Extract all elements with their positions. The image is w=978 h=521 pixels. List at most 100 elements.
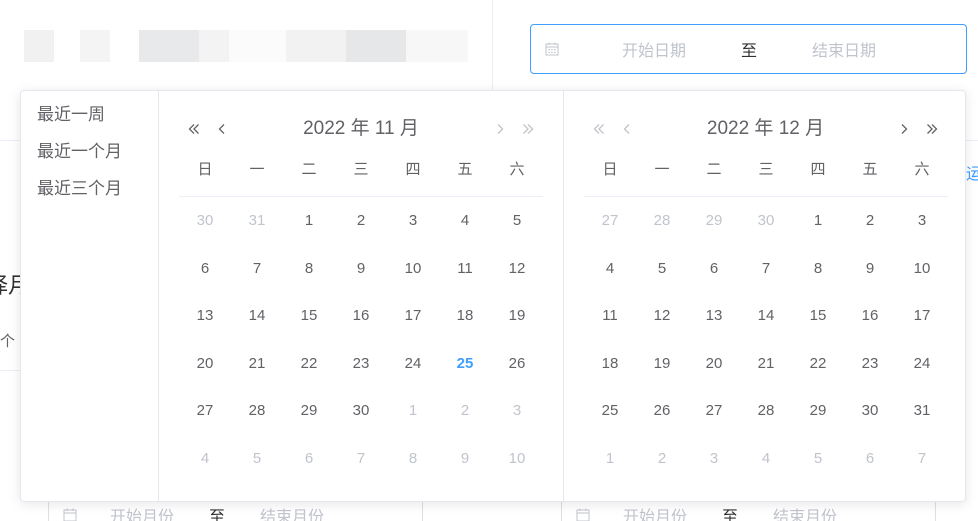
day-cell[interactable]: 5 xyxy=(231,435,283,483)
day-cell[interactable]: 3 xyxy=(896,197,948,245)
day-cell[interactable]: 16 xyxy=(335,292,387,340)
day-cell[interactable]: 4 xyxy=(439,197,491,245)
date-range-input[interactable]: 开始日期 至 结束日期 xyxy=(530,24,967,74)
day-cell[interactable]: 4 xyxy=(740,435,792,483)
day-cell[interactable]: 18 xyxy=(584,340,636,388)
day-cell[interactable]: 2 xyxy=(844,197,896,245)
end-date-field[interactable]: 结束日期 xyxy=(769,37,919,61)
day-cell[interactable]: 15 xyxy=(792,292,844,340)
day-cell[interactable]: 1 xyxy=(283,197,335,245)
day-cell[interactable]: 13 xyxy=(688,292,740,340)
day-cell[interactable]: 17 xyxy=(896,292,948,340)
day-cell[interactable]: 26 xyxy=(491,340,543,388)
day-cell[interactable]: 30 xyxy=(740,197,792,245)
day-cell[interactable]: 4 xyxy=(179,435,231,483)
shortcut-last-month[interactable]: 最近一个月 xyxy=(21,143,158,161)
start-date-field[interactable]: 开始日期 xyxy=(579,37,729,61)
day-cell[interactable]: 20 xyxy=(179,340,231,388)
month-header: 2022 年 12 月 xyxy=(584,115,947,143)
day-cell[interactable]: 29 xyxy=(792,387,844,435)
next-month-button[interactable] xyxy=(891,115,917,143)
day-cell[interactable]: 24 xyxy=(387,340,439,388)
day-cell[interactable]: 19 xyxy=(636,340,688,388)
day-cell[interactable]: 9 xyxy=(844,245,896,293)
day-cell-today[interactable]: 25 xyxy=(439,340,491,388)
shortcut-last-week[interactable]: 最近一周 xyxy=(21,106,158,124)
day-cell[interactable]: 3 xyxy=(387,197,439,245)
day-cell[interactable]: 7 xyxy=(896,435,948,483)
day-cell[interactable]: 11 xyxy=(584,292,636,340)
day-cell[interactable]: 19 xyxy=(491,292,543,340)
day-cell[interactable]: 8 xyxy=(792,245,844,293)
day-cell[interactable]: 3 xyxy=(688,435,740,483)
day-cell[interactable]: 5 xyxy=(491,197,543,245)
day-cell[interactable]: 15 xyxy=(283,292,335,340)
day-cell[interactable]: 29 xyxy=(688,197,740,245)
day-cell[interactable]: 2 xyxy=(636,435,688,483)
day-cell[interactable]: 14 xyxy=(231,292,283,340)
day-cell[interactable]: 31 xyxy=(896,387,948,435)
day-cell[interactable]: 10 xyxy=(896,245,948,293)
day-cell[interactable]: 21 xyxy=(740,340,792,388)
day-cell[interactable]: 6 xyxy=(844,435,896,483)
day-cell[interactable]: 20 xyxy=(688,340,740,388)
day-cell[interactable]: 2 xyxy=(439,387,491,435)
day-cell[interactable]: 6 xyxy=(688,245,740,293)
day-cell[interactable]: 14 xyxy=(740,292,792,340)
end-month-field[interactable]: 结束月份 xyxy=(750,503,860,521)
day-cell[interactable]: 28 xyxy=(740,387,792,435)
day-cell[interactable]: 28 xyxy=(231,387,283,435)
day-cell[interactable]: 21 xyxy=(231,340,283,388)
day-cell[interactable]: 12 xyxy=(491,245,543,293)
day-cell[interactable]: 3 xyxy=(491,387,543,435)
day-cell[interactable]: 8 xyxy=(387,435,439,483)
day-cell[interactable]: 9 xyxy=(335,245,387,293)
day-cell[interactable]: 16 xyxy=(844,292,896,340)
day-cell[interactable]: 27 xyxy=(688,387,740,435)
day-cell[interactable]: 23 xyxy=(335,340,387,388)
day-cell[interactable]: 5 xyxy=(636,245,688,293)
prev-year-button[interactable] xyxy=(181,115,207,143)
day-cell[interactable]: 26 xyxy=(636,387,688,435)
start-month-field[interactable]: 开始月份 xyxy=(600,503,710,521)
day-cell[interactable]: 17 xyxy=(387,292,439,340)
day-cell[interactable]: 24 xyxy=(896,340,948,388)
day-cell[interactable]: 30 xyxy=(335,387,387,435)
end-month-field[interactable]: 结束月份 xyxy=(237,503,347,521)
day-cell[interactable]: 30 xyxy=(844,387,896,435)
day-cell[interactable]: 27 xyxy=(584,197,636,245)
day-cell[interactable]: 22 xyxy=(792,340,844,388)
day-cell[interactable]: 30 xyxy=(179,197,231,245)
start-month-field[interactable]: 开始月份 xyxy=(87,503,197,521)
day-cell[interactable]: 28 xyxy=(636,197,688,245)
day-cell[interactable]: 10 xyxy=(387,245,439,293)
day-cell[interactable]: 25 xyxy=(584,387,636,435)
day-cell[interactable]: 5 xyxy=(792,435,844,483)
day-cell[interactable]: 23 xyxy=(844,340,896,388)
day-cell[interactable]: 18 xyxy=(439,292,491,340)
day-cell[interactable]: 27 xyxy=(179,387,231,435)
day-cell[interactable]: 29 xyxy=(283,387,335,435)
next-year-button[interactable] xyxy=(919,115,945,143)
day-cell[interactable]: 13 xyxy=(179,292,231,340)
link-fragment[interactable]: 运 xyxy=(966,160,978,184)
day-cell[interactable]: 4 xyxy=(584,245,636,293)
day-cell[interactable]: 10 xyxy=(491,435,543,483)
day-cell[interactable]: 22 xyxy=(283,340,335,388)
day-cell[interactable]: 7 xyxy=(740,245,792,293)
day-cell[interactable]: 1 xyxy=(792,197,844,245)
shortcut-last-three-months[interactable]: 最近三个月 xyxy=(21,180,158,198)
day-cell[interactable]: 12 xyxy=(636,292,688,340)
day-cell[interactable]: 6 xyxy=(283,435,335,483)
day-cell[interactable]: 11 xyxy=(439,245,491,293)
day-cell[interactable]: 1 xyxy=(387,387,439,435)
day-cell[interactable]: 7 xyxy=(335,435,387,483)
day-cell[interactable]: 8 xyxy=(283,245,335,293)
prev-month-button[interactable] xyxy=(209,115,235,143)
day-cell[interactable]: 6 xyxy=(179,245,231,293)
day-cell[interactable]: 7 xyxy=(231,245,283,293)
day-cell[interactable]: 31 xyxy=(231,197,283,245)
day-cell[interactable]: 9 xyxy=(439,435,491,483)
day-cell[interactable]: 2 xyxy=(335,197,387,245)
day-cell[interactable]: 1 xyxy=(584,435,636,483)
